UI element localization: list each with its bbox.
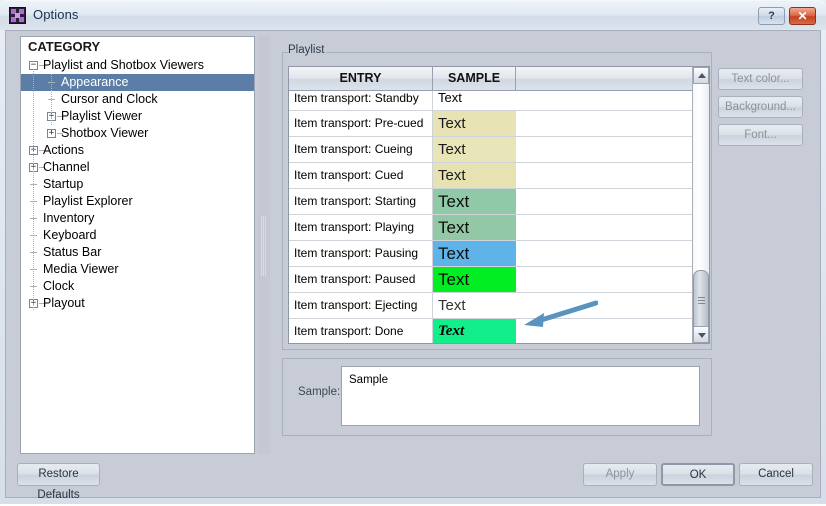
- table-cell-sample: Text: [433, 267, 516, 292]
- table-row[interactable]: Item transport: Pre-cued Text: [289, 111, 709, 137]
- tree-item-label: Actions: [43, 143, 84, 157]
- tree-item-label: Playlist Viewer: [61, 109, 143, 123]
- column-header-sample[interactable]: SAMPLE: [433, 67, 516, 90]
- table-vertical-scrollbar[interactable]: [692, 67, 709, 343]
- tree-item-appearance[interactable]: Appearance: [21, 74, 254, 91]
- table-cell-sample: Text: [433, 163, 516, 188]
- table-row[interactable]: Item transport: Starting Text: [289, 189, 709, 215]
- tree-item-cursor-and-clock[interactable]: Cursor and Clock: [21, 91, 254, 108]
- table-cell-entry: Item transport: Starting: [289, 189, 433, 214]
- column-header-entry[interactable]: ENTRY: [289, 67, 433, 90]
- column-header-filler: [516, 67, 691, 90]
- tree-item-actions[interactable]: +Actions: [21, 142, 254, 159]
- panel-splitter[interactable]: [258, 36, 270, 454]
- tree-branch-line: [51, 74, 52, 126]
- tree-item-label: Playlist Explorer: [43, 194, 133, 208]
- table-row[interactable]: Item transport: Done Text: [289, 319, 709, 343]
- table-cell-entry: Item transport: Paused: [289, 267, 433, 292]
- table-cell-entry: Item transport: Pre-cued: [289, 111, 433, 136]
- table-row[interactable]: Item transport: Standby Text: [289, 91, 709, 111]
- tree-item-inventory[interactable]: Inventory: [21, 210, 254, 227]
- scroll-down-arrow-icon[interactable]: [693, 326, 709, 343]
- table-cell-entry: Item transport: Ejecting: [289, 293, 433, 318]
- tree-item-clock[interactable]: Clock: [21, 278, 254, 295]
- tree-item-label: Startup: [43, 177, 84, 191]
- help-button[interactable]: ?: [758, 7, 785, 25]
- category-panel: CATEGORY − Playlist and Shotbox Viewers Ap…: [20, 36, 255, 454]
- table-row[interactable]: Item transport: Paused Text: [289, 267, 709, 293]
- close-button[interactable]: ✕: [789, 7, 816, 25]
- tree-item-label: Playout: [43, 296, 85, 310]
- table-cell-entry: Item transport: Done: [289, 319, 433, 343]
- table-cell-sample: Text: [433, 189, 516, 214]
- table-header-row: ENTRY SAMPLE: [289, 67, 709, 91]
- tree-item-media-viewer[interactable]: Media Viewer: [21, 261, 254, 278]
- tree-item-label: Inventory: [43, 211, 95, 225]
- table-cell-sample: Text: [433, 293, 516, 318]
- tree-item-label: Keyboard: [43, 228, 97, 242]
- tree-item-label: Appearance: [61, 75, 129, 89]
- cancel-button[interactable]: Cancel: [739, 463, 813, 486]
- playlist-group-label: Playlist: [288, 44, 325, 56]
- background-button[interactable]: Background...: [718, 96, 803, 118]
- table-row[interactable]: Item transport: Cued Text: [289, 163, 709, 189]
- tree-item-playlist-explorer[interactable]: Playlist Explorer: [21, 193, 254, 210]
- tree-item-status-bar[interactable]: Status Bar: [21, 244, 254, 261]
- tree-item-label: Channel: [43, 160, 90, 174]
- category-header: CATEGORY: [20, 36, 255, 58]
- tree-item-label: Cursor and Clock: [61, 92, 158, 106]
- table-cell-entry: Item transport: Cued: [289, 163, 433, 188]
- text-color-button[interactable]: Text color...: [718, 68, 803, 90]
- table-cell-entry: Item transport: Pausing: [289, 241, 433, 266]
- tree-trunk-line: [33, 69, 34, 310]
- tree-item-startup[interactable]: Startup: [21, 176, 254, 193]
- tree-item-shotbox-viewer[interactable]: + Shotbox Viewer: [21, 125, 254, 142]
- tree-item-label: Playlist and Shotbox Viewers: [43, 58, 204, 72]
- table-row[interactable]: Item transport: Playing Text: [289, 215, 709, 241]
- table-cell-sample: Text: [433, 241, 516, 266]
- apply-button[interactable]: Apply: [583, 463, 657, 486]
- table-cell-sample: Text: [433, 137, 516, 162]
- table-cell-sample: Text: [433, 91, 516, 110]
- table-rows: Item transport: Standby Text Item transpor…: [289, 91, 709, 343]
- table-cell-sample: Text: [433, 319, 516, 343]
- tree-item-label: Clock: [43, 279, 75, 293]
- table-row[interactable]: Item transport: Ejecting Text: [289, 293, 709, 319]
- font-button[interactable]: Font...: [718, 124, 803, 146]
- table-row[interactable]: Item transport: Cueing Text: [289, 137, 709, 163]
- table-cell-entry: Item transport: Standby: [289, 91, 433, 110]
- sample-label: Sample:: [298, 386, 341, 398]
- table-row[interactable]: Item transport: Pausing Text: [289, 241, 709, 267]
- tree-item-channel[interactable]: +Channel: [21, 159, 254, 176]
- sample-preview-field[interactable]: Sample: [341, 366, 700, 426]
- tree-item-keyboard[interactable]: Keyboard: [21, 227, 254, 244]
- table-cell-sample: Text: [433, 215, 516, 240]
- category-tree[interactable]: − Playlist and Shotbox Viewers Appearance C…: [20, 57, 255, 454]
- options-app-icon: [9, 7, 26, 24]
- appearance-table: ENTRY SAMPLE Item transport: Standby Text…: [288, 66, 710, 344]
- tree-item-playlist-and-shotbox-viewers[interactable]: − Playlist and Shotbox Viewers: [21, 57, 254, 74]
- expand-icon[interactable]: +: [47, 129, 56, 138]
- ok-button[interactable]: OK: [661, 463, 735, 486]
- tree-item-label: Shotbox Viewer: [61, 126, 149, 140]
- options-dialog-window: Options ? ✕ CATEGORY − Playlist and Shotb…: [0, 0, 826, 504]
- window-title: Options: [33, 7, 79, 22]
- tree-item-playout[interactable]: +Playout: [21, 295, 254, 312]
- tree-item-playlist-viewer[interactable]: +Playlist Viewer: [21, 108, 254, 125]
- tree-item-label: Media Viewer: [43, 262, 119, 276]
- title-bar: Options ? ✕: [0, 0, 826, 30]
- restore-defaults-button[interactable]: Restore Defaults: [17, 463, 100, 501]
- scrollbar-track[interactable]: [693, 84, 709, 336]
- table-cell-entry: Item transport: Playing: [289, 215, 433, 240]
- table-cell-entry: Item transport: Cueing: [289, 137, 433, 162]
- tree-item-label: Status Bar: [43, 245, 102, 259]
- table-cell-sample: Text: [433, 111, 516, 136]
- scroll-up-arrow-icon[interactable]: [693, 67, 709, 84]
